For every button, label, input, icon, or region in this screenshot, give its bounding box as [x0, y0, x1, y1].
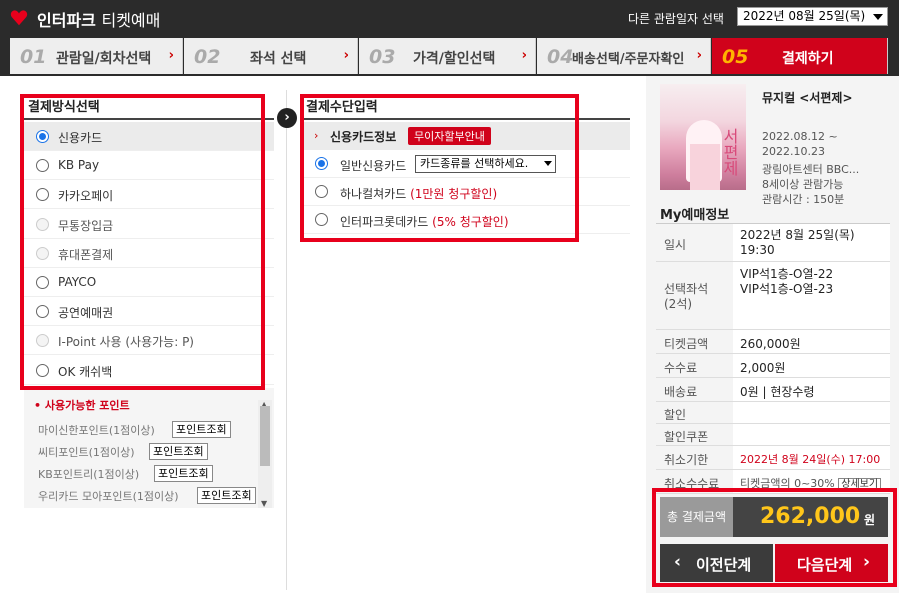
points-title: • 사용가능한 포인트: [34, 399, 130, 412]
step-3[interactable]: 03 가격/할인선택 ›: [359, 38, 536, 74]
step-label: 관람일/회차선택: [56, 51, 152, 67]
step-number: 04: [547, 46, 574, 68]
info-value-line: 19:30: [740, 243, 775, 257]
step-bar: 01 관람일/회차선택 › 02 좌석 선택 › 03 가격/할인선택 › 04…: [0, 36, 899, 76]
step-label: 좌석 선택: [250, 51, 307, 67]
info-key: 할인: [656, 402, 733, 423]
info-row: 취소기한 2022년 8월 24일(수) 17:00: [656, 446, 890, 470]
brand-sub: 티켓예매: [101, 11, 161, 30]
step-number: 03: [369, 46, 396, 68]
info-key: 배송료: [656, 378, 733, 401]
step-label: 결제하기: [782, 51, 834, 67]
info-key: 티켓금액: [656, 330, 733, 353]
chevron-right-icon: ›: [696, 48, 702, 63]
info-value-line: 2022년 8월 25일(목): [740, 228, 855, 242]
info-key: 일시: [656, 224, 733, 261]
header: 인터파크 티켓예매 다른 관람일자 선택 2022년 08월 25일(목): [0, 0, 899, 36]
step-label: 가격/할인선택: [413, 51, 496, 67]
step-1[interactable]: 01 관람일/회차선택 ›: [10, 38, 183, 74]
chevron-down-icon: [873, 14, 883, 20]
show-period-start: 2022.08.12 ~: [762, 130, 838, 143]
scroll-down-icon[interactable]: ▼: [261, 499, 267, 508]
step-5: 05 결제하기: [712, 38, 888, 74]
info-value-line: VIP석1층-O열-23: [740, 282, 834, 296]
info-value-line: VIP석1층-O열-22: [740, 267, 834, 281]
highlight-total-and-nav: [652, 488, 897, 587]
points-scrollbar[interactable]: ▲ ▼: [258, 400, 272, 508]
step-label: 배송선택/주문자확인: [572, 52, 685, 67]
chevron-right-icon: ›: [343, 48, 349, 63]
info-row: 선택좌석 (2석) VIP석1층-O열-22 VIP석1층-O열-23: [656, 262, 890, 330]
info-value: 0원 | 현장수령: [733, 378, 890, 401]
poster-hanbok: [690, 144, 720, 190]
point-check-button[interactable]: 포인트조회: [149, 443, 208, 460]
point-label: 마이신한포인트(1점이상): [38, 424, 155, 437]
show-age: 8세이상 관람가능: [762, 178, 844, 191]
info-value: [733, 424, 890, 445]
points-panel: • 사용가능한 포인트 마이신한포인트(1점이상) 포인트조회 씨티포인트(1점…: [24, 388, 274, 508]
point-label: 우리카드 모아포인트(1점이상): [38, 490, 179, 503]
show-period-end: 2022.10.23: [762, 145, 825, 158]
info-key: 선택좌석 (2석): [656, 262, 733, 329]
chevron-right-icon: ›: [277, 108, 297, 128]
info-key: 취소기한: [656, 446, 733, 469]
show-title: 뮤지컬 <서편제>: [762, 91, 853, 105]
step-2[interactable]: 02 좌석 선택 ›: [184, 38, 358, 74]
info-key: 수수료: [656, 354, 733, 377]
info-row: 할인쿠폰: [656, 424, 890, 446]
point-label: KB포인트리(1점이상): [38, 468, 140, 481]
my-booking-title: My예매정보: [660, 208, 730, 223]
date-select[interactable]: 2022년 08월 25일(목): [737, 7, 888, 26]
info-value: 2,000원: [733, 354, 890, 377]
brand-logo[interactable]: 인터파크 티켓예매: [37, 7, 160, 31]
show-venue: 광림아트센터 BBC...: [762, 163, 860, 176]
step-number: 02: [194, 46, 221, 68]
info-value: 2022년 8월 25일(목) 19:30: [733, 224, 890, 261]
points-title-text: 사용가능한 포인트: [44, 399, 130, 412]
point-check-button[interactable]: 포인트조회: [172, 421, 231, 438]
poster-title: 서편제: [720, 128, 739, 176]
step-number: 01: [20, 46, 47, 68]
info-row: 할인: [656, 402, 890, 424]
info-key: 할인쿠폰: [656, 424, 733, 445]
chevron-right-icon: ›: [521, 48, 527, 63]
heart-logo-icon: [10, 10, 28, 26]
show-runtime: 관람시간 : 150분: [762, 193, 845, 206]
date-label: 다른 관람일자 선택: [628, 12, 724, 26]
step-4[interactable]: 04 배송선택/주문자확인 ›: [537, 38, 711, 74]
point-label: 씨티포인트(1점이상): [38, 446, 135, 459]
scrollbar-thumb[interactable]: [260, 406, 270, 466]
info-row: 배송료 0원 | 현장수령: [656, 378, 890, 402]
info-value: [733, 402, 890, 423]
column-divider: [286, 90, 287, 590]
brand-name: 인터파크: [37, 11, 96, 30]
info-value: VIP석1층-O열-22 VIP석1층-O열-23: [733, 262, 890, 329]
show-poster-image: 서편제: [660, 84, 746, 190]
highlight-payment-input: [300, 94, 579, 242]
info-value: 260,000원: [733, 330, 890, 353]
date-select-value: 2022년 08월 25일(목): [743, 9, 866, 23]
step-number: 05: [722, 46, 749, 68]
info-row: 수수료 2,000원: [656, 354, 890, 378]
info-row: 티켓금액 260,000원: [656, 330, 890, 354]
highlight-payment-methods: [20, 94, 265, 390]
point-check-button[interactable]: 포인트조회: [154, 465, 213, 482]
info-value: 2022년 8월 24일(수) 17:00: [733, 446, 890, 469]
chevron-right-icon: ›: [168, 48, 174, 63]
point-check-button[interactable]: 포인트조회: [197, 487, 256, 504]
info-row: 일시 2022년 8월 25일(목) 19:30: [656, 224, 890, 262]
